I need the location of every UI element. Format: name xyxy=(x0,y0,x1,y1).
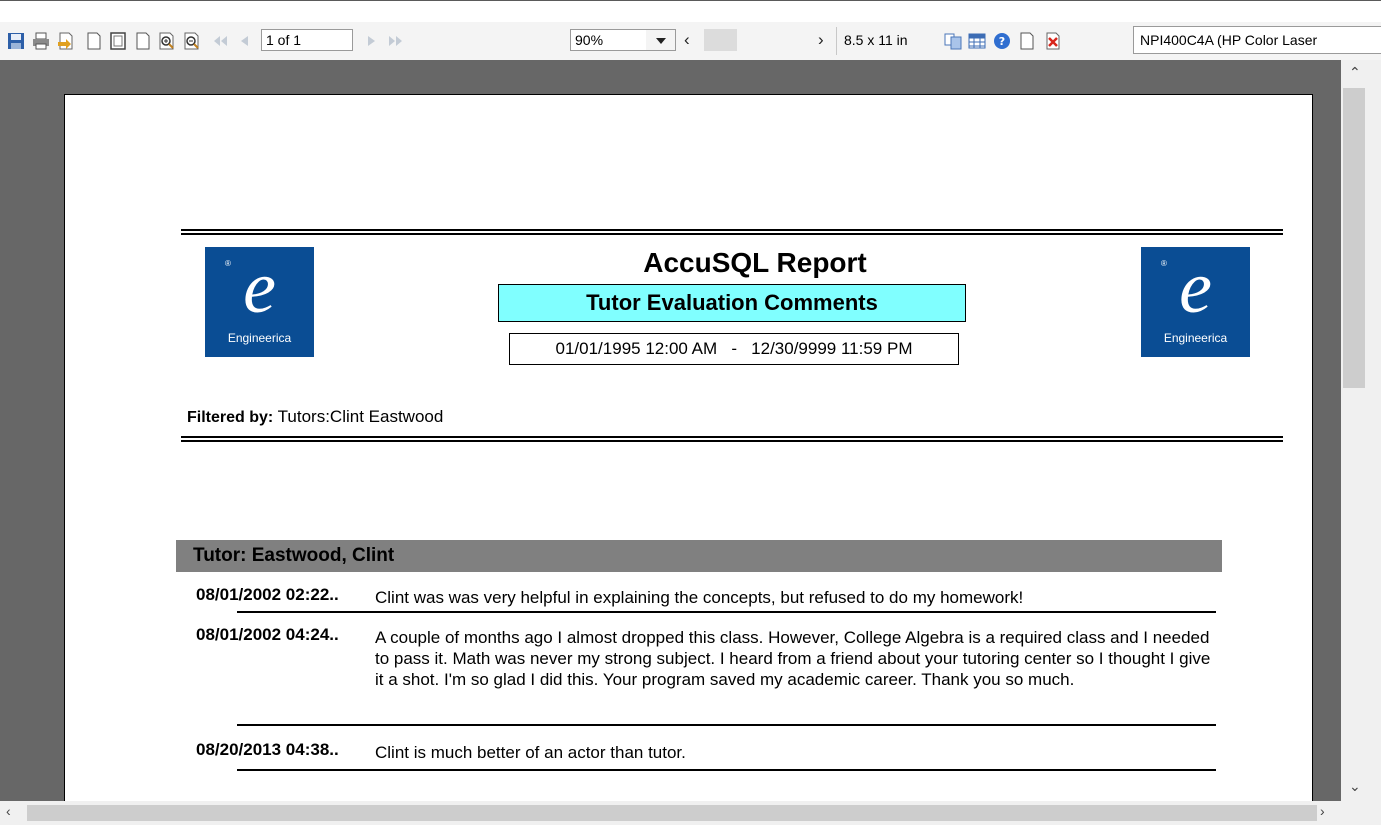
comment-date: 08/01/2002 02:22.. xyxy=(196,585,339,604)
close-icon[interactable] xyxy=(1044,32,1062,50)
comment-text: A couple of months ago I almost dropped … xyxy=(375,628,1211,689)
date-separator: - xyxy=(731,339,737,358)
page-icon[interactable] xyxy=(85,32,103,50)
row-divider xyxy=(237,724,1216,726)
report-subtitle: Tutor Evaluation Comments xyxy=(498,284,966,322)
vertical-scroll-thumb[interactable] xyxy=(1343,88,1365,388)
report-viewer: ® e Engineerica ® e Engineerica AccuSQL … xyxy=(0,60,1341,801)
chevron-right-icon[interactable]: › xyxy=(818,29,824,51)
zoom-in-icon[interactable] xyxy=(158,32,176,50)
print-icon[interactable] xyxy=(32,32,50,50)
thumbnails-icon[interactable] xyxy=(944,32,962,50)
engineerica-logo-left: ® e Engineerica xyxy=(205,247,314,357)
scroll-left-icon[interactable]: ‹ xyxy=(6,803,11,819)
last-page-icon[interactable] xyxy=(387,32,405,50)
svg-text:?: ? xyxy=(999,35,1005,48)
header-bottom-rule xyxy=(181,436,1283,442)
row-divider xyxy=(237,769,1216,771)
filter-line: Filtered by: Tutors:Clint Eastwood xyxy=(187,407,443,427)
help-icon[interactable]: ? xyxy=(993,32,1011,50)
comment-text: Clint was was very helpful in explaining… xyxy=(375,588,1024,607)
save-icon[interactable] xyxy=(7,32,25,50)
page-setup-icon[interactable] xyxy=(109,32,127,50)
comment-date: 08/20/2013 04:38.. xyxy=(196,740,339,759)
engineerica-logo-right: ® e Engineerica xyxy=(1141,247,1250,357)
scroll-down-icon[interactable]: ⌄ xyxy=(1349,778,1361,795)
scroll-right-icon[interactable]: › xyxy=(1320,803,1325,819)
comment-date: 08/01/2002 04:24.. xyxy=(196,625,339,644)
date-end: 12/30/9999 11:59 PM xyxy=(751,339,913,358)
row-divider xyxy=(237,611,1216,613)
horizontal-scroll-thumb[interactable] xyxy=(27,805,1317,821)
page-icon[interactable] xyxy=(134,32,152,50)
report-title: AccuSQL Report xyxy=(643,247,867,278)
vertical-scrollbar[interactable]: ⌃ ⌄ xyxy=(1341,60,1381,801)
next-page-icon[interactable] xyxy=(362,32,380,50)
paper-size-label: 8.5 x 11 in xyxy=(844,32,908,48)
date-start: 01/01/1995 12:00 AM xyxy=(555,339,718,358)
zoom-select[interactable]: 90% xyxy=(570,29,647,51)
viewer-toolbar: 1 of 1 90% ‹ › 8.5 x 11 in ? NPI400C4A (… xyxy=(0,22,1381,61)
header-top-rule xyxy=(181,229,1283,235)
horizontal-scrollbar[interactable]: ‹ › xyxy=(0,801,1381,825)
zoom-dropdown-button[interactable] xyxy=(646,29,676,51)
filter-label: Filtered by: xyxy=(187,409,274,426)
group-header: Tutor: Eastwood, Clint xyxy=(176,540,1222,572)
printer-select[interactable]: NPI400C4A (HP Color Laser xyxy=(1133,26,1381,54)
page-number-input[interactable]: 1 of 1 xyxy=(261,29,353,51)
date-range: 01/01/1995 12:00 AM - 12/30/9999 11:59 P… xyxy=(509,333,959,365)
zoom-out-icon[interactable] xyxy=(183,32,201,50)
prev-page-icon[interactable] xyxy=(236,32,254,50)
chevron-left-icon[interactable]: ‹ xyxy=(684,29,690,51)
toolbar-scroll-thumb[interactable] xyxy=(704,29,737,51)
filter-value: Tutors:Clint Eastwood xyxy=(277,407,444,426)
window-top-border xyxy=(0,0,1381,1)
first-page-icon[interactable] xyxy=(211,32,229,50)
scroll-up-icon[interactable]: ⌃ xyxy=(1349,64,1361,81)
grid-icon[interactable] xyxy=(968,32,986,50)
export-icon[interactable] xyxy=(57,32,75,50)
report-page: ® e Engineerica ® e Engineerica AccuSQL … xyxy=(64,94,1313,801)
comment-text: Clint is much better of an actor than tu… xyxy=(375,743,686,762)
toolbar-separator xyxy=(836,27,837,55)
page-icon[interactable] xyxy=(1018,32,1036,50)
